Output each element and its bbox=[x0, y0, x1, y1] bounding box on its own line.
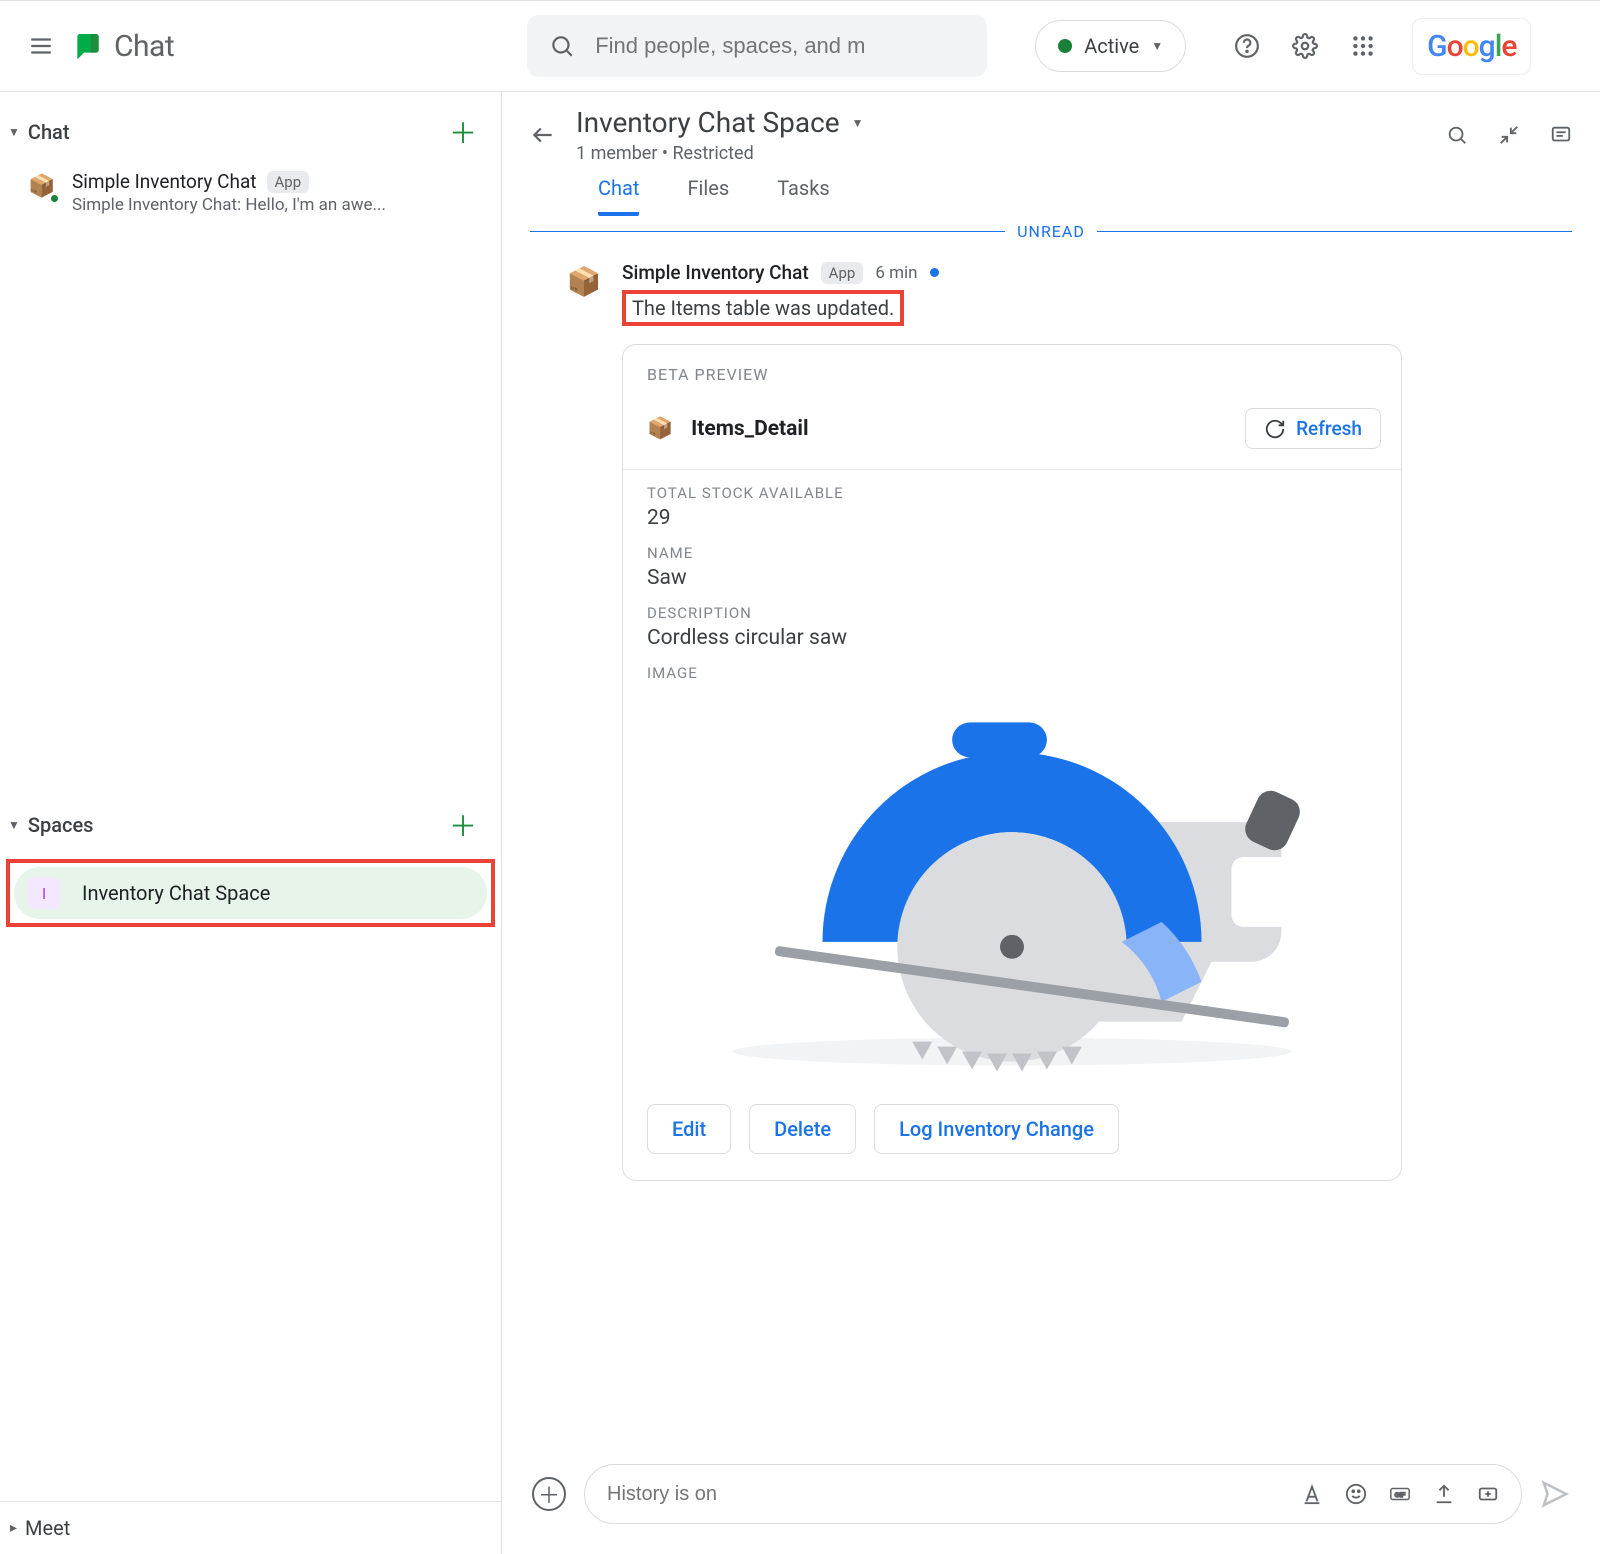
refresh-icon bbox=[1264, 418, 1286, 440]
google-logo[interactable]: Google bbox=[1412, 18, 1531, 75]
spaces-section-header[interactable]: ▼ Spaces ＋ bbox=[0, 795, 501, 855]
chat-list-item[interactable]: 📦 Simple Inventory Chat App Simple Inven… bbox=[0, 162, 501, 225]
back-arrow-icon[interactable] bbox=[530, 122, 556, 148]
new-chat-button[interactable]: ＋ bbox=[449, 112, 477, 152]
desc-label: DESCRIPTION bbox=[647, 604, 1377, 622]
new-space-button[interactable]: ＋ bbox=[449, 805, 477, 845]
app-logo[interactable]: Chat bbox=[72, 29, 174, 64]
message-avatar: 📦 bbox=[564, 261, 604, 301]
log-change-button[interactable]: Log Inventory Change bbox=[874, 1104, 1119, 1154]
status-pill[interactable]: Active ▼ bbox=[1035, 20, 1186, 72]
tab-files[interactable]: Files bbox=[687, 176, 729, 216]
caret-down-icon: ▼ bbox=[8, 818, 20, 832]
tab-tasks[interactable]: Tasks bbox=[777, 176, 830, 216]
apps-grid-icon[interactable] bbox=[1350, 33, 1376, 59]
space-header: Inventory Chat Space ▼ 1 member • Restri… bbox=[502, 92, 1600, 164]
chat-item-subtitle: Simple Inventory Chat: Hello, I'm an awe… bbox=[72, 195, 386, 215]
highlighted-space-box: I Inventory Chat Space bbox=[6, 859, 495, 927]
chat-section-header[interactable]: ▼ Chat ＋ bbox=[0, 102, 501, 162]
space-item-label: Inventory Chat Space bbox=[82, 881, 270, 905]
chat-item-title: Simple Inventory Chat bbox=[72, 170, 257, 193]
image-label: IMAGE bbox=[647, 664, 1377, 682]
message-sender: Simple Inventory Chat bbox=[622, 261, 809, 284]
space-avatar: I bbox=[28, 877, 60, 909]
name-label: NAME bbox=[647, 544, 1377, 562]
unread-label: UNREAD bbox=[1005, 222, 1097, 241]
desc-value: Cordless circular saw bbox=[647, 626, 1377, 650]
chat-item-avatar: 📦 bbox=[26, 170, 58, 202]
meet-section-label: Meet bbox=[25, 1516, 70, 1540]
collapse-icon[interactable] bbox=[1498, 124, 1520, 146]
unread-dot-icon bbox=[930, 268, 939, 277]
card-beta-label: BETA PREVIEW bbox=[623, 345, 1401, 396]
tab-chat[interactable]: Chat bbox=[598, 176, 639, 216]
caret-down-icon: ▼ bbox=[1151, 39, 1163, 53]
emoji-icon[interactable] bbox=[1345, 1483, 1367, 1505]
top-bar: Chat Active ▼ Google bbox=[0, 0, 1600, 92]
stock-value: 29 bbox=[647, 506, 1377, 530]
app-badge: App bbox=[821, 262, 864, 284]
stock-label: TOTAL STOCK AVAILABLE bbox=[647, 484, 1377, 502]
saw-image bbox=[623, 682, 1401, 1082]
message-text: The Items table was updated. bbox=[622, 290, 904, 326]
search-box[interactable] bbox=[527, 15, 987, 77]
upload-icon[interactable] bbox=[1433, 1483, 1455, 1505]
refresh-label: Refresh bbox=[1296, 417, 1362, 440]
caret-right-icon: ▸ bbox=[10, 1520, 17, 1536]
format-icon[interactable] bbox=[1301, 1483, 1323, 1505]
message-time: 6 min bbox=[875, 263, 917, 283]
caret-down-icon: ▼ bbox=[8, 125, 20, 139]
sidebar: ▼ Chat ＋ 📦 Simple Inventory Chat App Sim… bbox=[0, 92, 502, 1554]
add-button[interactable]: ＋ bbox=[532, 1477, 566, 1511]
search-icon bbox=[549, 33, 575, 59]
menu-icon[interactable] bbox=[28, 33, 54, 59]
send-icon[interactable] bbox=[1540, 1479, 1570, 1509]
help-icon[interactable] bbox=[1234, 33, 1260, 59]
video-meet-icon[interactable] bbox=[1477, 1483, 1499, 1505]
chat-panel-icon[interactable] bbox=[1550, 124, 1572, 146]
settings-icon[interactable] bbox=[1292, 33, 1318, 59]
status-label: Active bbox=[1084, 34, 1139, 58]
chat-logo-icon bbox=[72, 30, 104, 62]
status-dot-icon bbox=[1058, 39, 1072, 53]
space-title: Inventory Chat Space bbox=[576, 106, 840, 139]
delete-button[interactable]: Delete bbox=[749, 1104, 856, 1154]
presence-dot-icon bbox=[49, 193, 60, 204]
svg-text:GIF: GIF bbox=[1395, 1492, 1406, 1499]
content-area: Inventory Chat Space ▼ 1 member • Restri… bbox=[502, 92, 1600, 1554]
search-space-icon[interactable] bbox=[1446, 124, 1468, 146]
unread-divider: UNREAD bbox=[502, 216, 1600, 247]
search-input[interactable] bbox=[595, 33, 965, 59]
card-title: Items_Detail bbox=[691, 417, 808, 441]
edit-button[interactable]: Edit bbox=[647, 1104, 731, 1154]
app-badge: App bbox=[267, 171, 310, 193]
card-icon: 📦 bbox=[647, 417, 673, 441]
composer-row: ＋ GIF bbox=[502, 1444, 1600, 1554]
gif-icon[interactable]: GIF bbox=[1389, 1483, 1411, 1505]
meet-section-header[interactable]: ▸ Meet bbox=[0, 1501, 501, 1554]
refresh-button[interactable]: Refresh bbox=[1245, 408, 1381, 449]
spaces-section-label: Spaces bbox=[28, 813, 94, 837]
composer-input[interactable] bbox=[607, 1483, 1285, 1506]
composer[interactable]: GIF bbox=[584, 1464, 1522, 1524]
chat-section-label: Chat bbox=[28, 120, 70, 144]
space-tabs: Chat Files Tasks bbox=[502, 164, 1600, 216]
caret-down-icon[interactable]: ▼ bbox=[852, 116, 864, 130]
name-value: Saw bbox=[647, 566, 1377, 590]
space-subtitle: 1 member • Restricted bbox=[576, 143, 864, 164]
message-row: 📦 Simple Inventory Chat App 6 min The It… bbox=[502, 247, 1600, 1181]
app-name: Chat bbox=[114, 29, 174, 64]
space-list-item[interactable]: I Inventory Chat Space bbox=[14, 867, 487, 919]
inventory-card: BETA PREVIEW 📦 Items_Detail Refresh TOTA… bbox=[622, 344, 1402, 1181]
